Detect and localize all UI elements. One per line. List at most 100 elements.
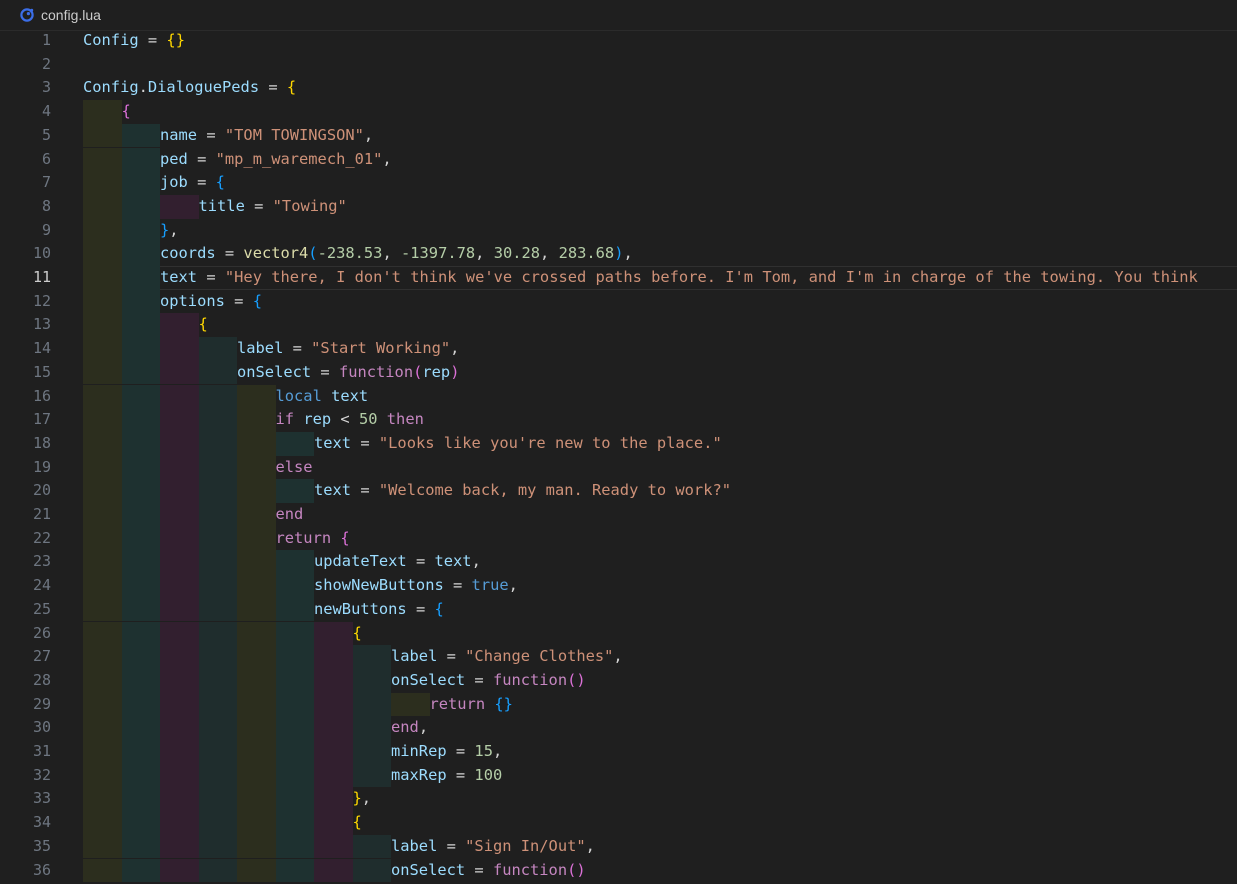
code-line[interactable]: 30 end, (0, 716, 1237, 740)
line-number: 25 (32, 599, 51, 618)
code-editor[interactable]: 1 Config = {} 2 3 Config.DialoguePeds = {4{5… (0, 30, 1237, 884)
indent-guide (352, 858, 391, 883)
code-line[interactable]: 8 title = "Towing" (0, 194, 1237, 219)
code-text: title = "Towing" (199, 195, 347, 219)
indent-guide (237, 716, 276, 740)
code-line[interactable]: 26 { (0, 621, 1237, 646)
indent-guide (352, 645, 391, 669)
code-line[interactable]: 16 local text (0, 384, 1237, 409)
code-token: = (351, 481, 379, 500)
code-line[interactable]: 31 minRep = 15, (0, 740, 1237, 764)
code-token: Config (83, 78, 139, 97)
code-text: ped = "mp_m_waremech_01", (160, 148, 392, 172)
code-line[interactable]: 6 ped = "mp_m_waremech_01", (0, 147, 1237, 172)
code-token: , (471, 552, 481, 571)
code-line[interactable]: 2 (0, 53, 1237, 77)
indent-guide (198, 858, 237, 883)
code-line[interactable]: 13 { (0, 313, 1237, 338)
code-token: , (540, 244, 559, 263)
code-token: , (475, 244, 494, 263)
code-line[interactable]: 22 return { (0, 526, 1237, 551)
code-line[interactable]: 9}, (0, 218, 1237, 243)
indent-guide (83, 313, 122, 338)
code-token: = (197, 268, 225, 286)
code-token: = (465, 860, 493, 879)
code-line[interactable]: 10 coords = vector4(-238.53, -1397.78, 30… (0, 242, 1237, 266)
line-number: 18 (32, 433, 51, 452)
code-line[interactable]: 23 updateText = text, (0, 550, 1237, 575)
indent-guide (83, 266, 122, 290)
code-text: if rep < 50 then (276, 408, 424, 432)
indent-guide (198, 337, 237, 361)
indent-guide (83, 455, 122, 480)
code-line[interactable]: 27 label = "Change Clothes", (0, 645, 1237, 669)
code-token: {} (166, 31, 185, 49)
code-token: { (286, 78, 297, 97)
indent-guide (160, 337, 199, 361)
code-text: else (276, 456, 313, 480)
code-line[interactable]: 21 end (0, 503, 1237, 527)
code-line[interactable]: 25 newButtons = { (0, 597, 1237, 622)
code-token: options (160, 291, 225, 310)
indent-guide (275, 811, 314, 835)
indent-guide (83, 100, 122, 124)
indent-guide (160, 834, 199, 859)
code-line[interactable]: 29 return {} (0, 692, 1237, 717)
code-line[interactable]: 19 else (0, 455, 1237, 480)
code-line[interactable]: 34 { (0, 811, 1237, 835)
code-line[interactable]: 24 showNewButtons = true, (0, 574, 1237, 598)
code-token: DialoguePeds (147, 78, 260, 97)
code-token: onSelect (391, 670, 466, 689)
code-token: job (160, 173, 188, 192)
indent-guide (121, 147, 160, 172)
code-token: text (434, 552, 472, 571)
code-token: { (252, 291, 262, 310)
code-token: newButtons (314, 599, 407, 618)
code-line[interactable]: 33}, (0, 787, 1237, 812)
indent-guide (237, 621, 276, 646)
indent-guide (83, 834, 122, 859)
code-line[interactable]: 35 label = "Sign In/Out", (0, 834, 1237, 859)
code-token: 50 (358, 410, 378, 429)
indent-guide (83, 716, 122, 740)
code-line[interactable]: 17 if rep < 50 then (0, 408, 1237, 432)
code-line[interactable]: 5 name = "TOM TOWINGSON", (0, 123, 1237, 148)
indent-guide (83, 147, 122, 172)
line-number: 8 (41, 196, 51, 215)
code-line[interactable]: 7 job = { (0, 171, 1237, 195)
code-token: -1397.78 (401, 244, 476, 263)
code-text: { (122, 100, 131, 124)
code-line[interactable]: 28 onSelect = function() (0, 668, 1237, 693)
indent-guide (237, 763, 276, 788)
code-line[interactable]: 3 Config.DialoguePeds = { (0, 76, 1237, 100)
indent-guide (198, 645, 237, 669)
indent-guide (352, 740, 391, 764)
indent-guide (83, 858, 122, 883)
code-token: updateText (314, 552, 407, 571)
code-line[interactable]: 20 text = "Welcome back, my man. Ready to… (0, 479, 1237, 503)
code-line[interactable]: 36 onSelect = function() (0, 858, 1237, 883)
tab-config-lua[interactable]: config.lua (0, 0, 113, 30)
indent-guide (275, 668, 314, 693)
code-token: = (259, 78, 287, 97)
code-text: job = { (160, 171, 225, 195)
code-token: , (508, 576, 518, 595)
code-token: ( (413, 362, 423, 381)
code-line[interactable]: 18 text = "Looks like you're new to the p… (0, 431, 1237, 456)
code-line[interactable]: 1 Config = {} (0, 30, 1237, 53)
indent-guide (237, 645, 276, 669)
indent-guide (237, 668, 276, 693)
code-line[interactable]: 4{ (0, 100, 1237, 124)
code-token: = (138, 31, 167, 49)
code-text: end, (391, 716, 428, 740)
code-token: label (391, 647, 438, 666)
code-text: label = "Start Working", (237, 337, 459, 361)
code-line[interactable]: 11 text = "Hey there, I don't think we've… (0, 266, 1237, 290)
code-line[interactable]: 12 options = { (0, 289, 1237, 314)
code-line[interactable]: 15 onSelect = function(rep) (0, 360, 1237, 385)
code-line[interactable]: 32 maxRep = 100 (0, 763, 1237, 788)
code-line[interactable]: 14 label = "Start Working", (0, 337, 1237, 361)
indent-guide (237, 408, 276, 432)
